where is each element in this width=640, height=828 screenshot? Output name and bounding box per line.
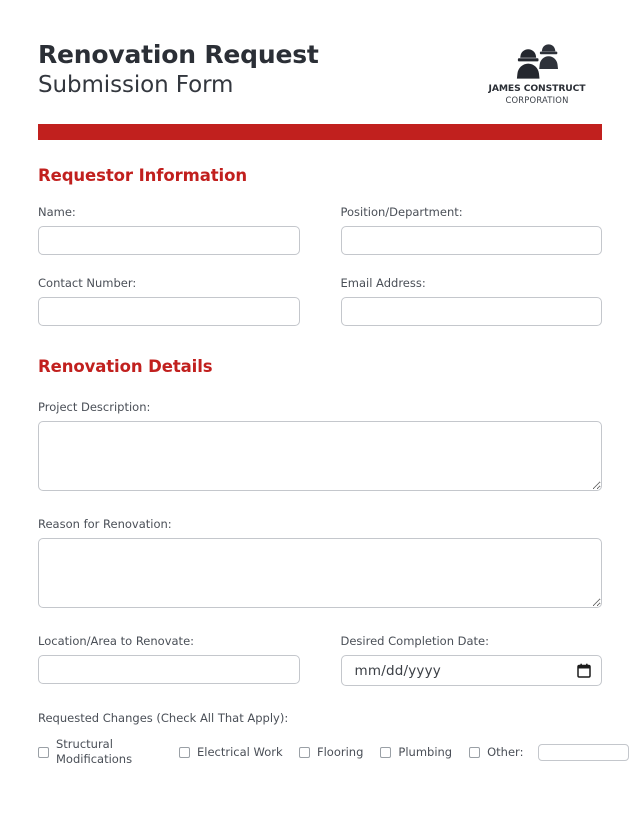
date-placeholder-text: mm/dd/yyyy — [354, 662, 441, 679]
name-input[interactable] — [38, 226, 300, 256]
desired-completion-date-input[interactable]: mm/dd/yyyy — [340, 655, 602, 687]
checkbox-item-flooring[interactable]: Flooring — [299, 745, 363, 760]
page-subtitle: Submission Form — [38, 72, 234, 98]
checkbox-label-structural-modifications: Structural Modifications — [56, 737, 133, 767]
label-requested-changes: Requested Changes (Check All That Apply)… — [38, 711, 289, 726]
section-heading-requestor: Requestor Information — [38, 166, 247, 186]
field-contact: Contact Number: — [38, 276, 300, 327]
label-location-area: Location/Area to Renovate: — [38, 634, 195, 649]
label-contact-number: Contact Number: — [38, 276, 137, 291]
logo-company-suffix: CORPORATION — [505, 94, 569, 105]
checkbox-label-flooring: Flooring — [317, 744, 364, 759]
details-row-location-date: Location/Area to Renovate: Desired Compl… — [38, 634, 602, 687]
field-position: Position/Department: — [340, 205, 602, 256]
form-header: Renovation Request Submission Form JAMES… — [0, 0, 640, 105]
position-department-input[interactable] — [340, 226, 602, 256]
checkbox-item-electrical-work[interactable]: Electrical Work — [179, 745, 283, 760]
location-area-input[interactable] — [38, 655, 300, 685]
checkbox-flooring[interactable] — [299, 746, 310, 758]
requestor-row-2: Contact Number: Email Address: — [38, 276, 602, 327]
reason-for-renovation-textarea[interactable] — [38, 538, 602, 609]
field-name: Name: — [38, 205, 300, 256]
requestor-fields: Name: Position/Department: Contact Numbe… — [0, 205, 640, 327]
checkbox-plumbing[interactable] — [380, 746, 392, 758]
email-address-input[interactable] — [340, 297, 602, 327]
calendar-icon[interactable] — [577, 663, 591, 678]
field-project-description: Project Description: — [38, 400, 602, 495]
details-fields: Project Description: Reason for Renovati… — [0, 400, 640, 767]
section-heading-details: Renovation Details — [38, 357, 213, 377]
label-project-description: Project Description: — [38, 400, 151, 415]
field-reason: Reason for Renovation: — [38, 517, 602, 612]
title-block: Renovation Request Submission Form — [38, 38, 319, 100]
page-title: Renovation Request — [38, 40, 319, 69]
checkbox-item-structural-modifications[interactable]: Structural Modifications — [38, 737, 162, 767]
field-location: Location/Area to Renovate: — [38, 634, 300, 686]
field-completion-date: Desired Completion Date: mm/dd/yyyy — [340, 634, 602, 687]
contact-number-input[interactable] — [38, 297, 300, 327]
label-email-address: Email Address: — [340, 276, 426, 291]
checkbox-label-other: Other: — [487, 744, 524, 759]
project-description-textarea[interactable] — [38, 421, 602, 492]
label-position: Position/Department: — [340, 205, 463, 220]
checkbox-item-plumbing[interactable]: Plumbing — [380, 745, 452, 760]
label-desired-completion-date: Desired Completion Date: — [340, 634, 490, 649]
field-email: Email Address: — [340, 276, 602, 327]
checkbox-electrical-work[interactable] — [179, 746, 190, 758]
checkbox-structural-modifications[interactable] — [38, 746, 49, 758]
checkbox-item-other[interactable]: Other: — [469, 743, 630, 761]
label-name: Name: — [38, 205, 76, 220]
requestor-row-1: Name: Position/Department: — [38, 205, 602, 256]
accent-divider-bar — [38, 124, 602, 141]
checkbox-label-plumbing: Plumbing — [398, 744, 453, 759]
company-logo: JAMES CONSTRUCT CORPORATION — [472, 38, 602, 105]
renovation-request-form-page: Renovation Request Submission Form JAMES… — [0, 0, 640, 828]
logo-company-name: JAMES CONSTRUCT — [488, 83, 586, 94]
checkbox-label-electrical-work: Electrical Work — [197, 744, 283, 759]
requested-changes-group: Structural Modifications Electrical Work… — [38, 737, 630, 767]
other-text-input[interactable] — [538, 743, 630, 761]
label-reason-for-renovation: Reason for Renovation: — [38, 517, 172, 532]
construction-workers-icon — [516, 44, 558, 79]
checkbox-other[interactable] — [469, 746, 481, 758]
